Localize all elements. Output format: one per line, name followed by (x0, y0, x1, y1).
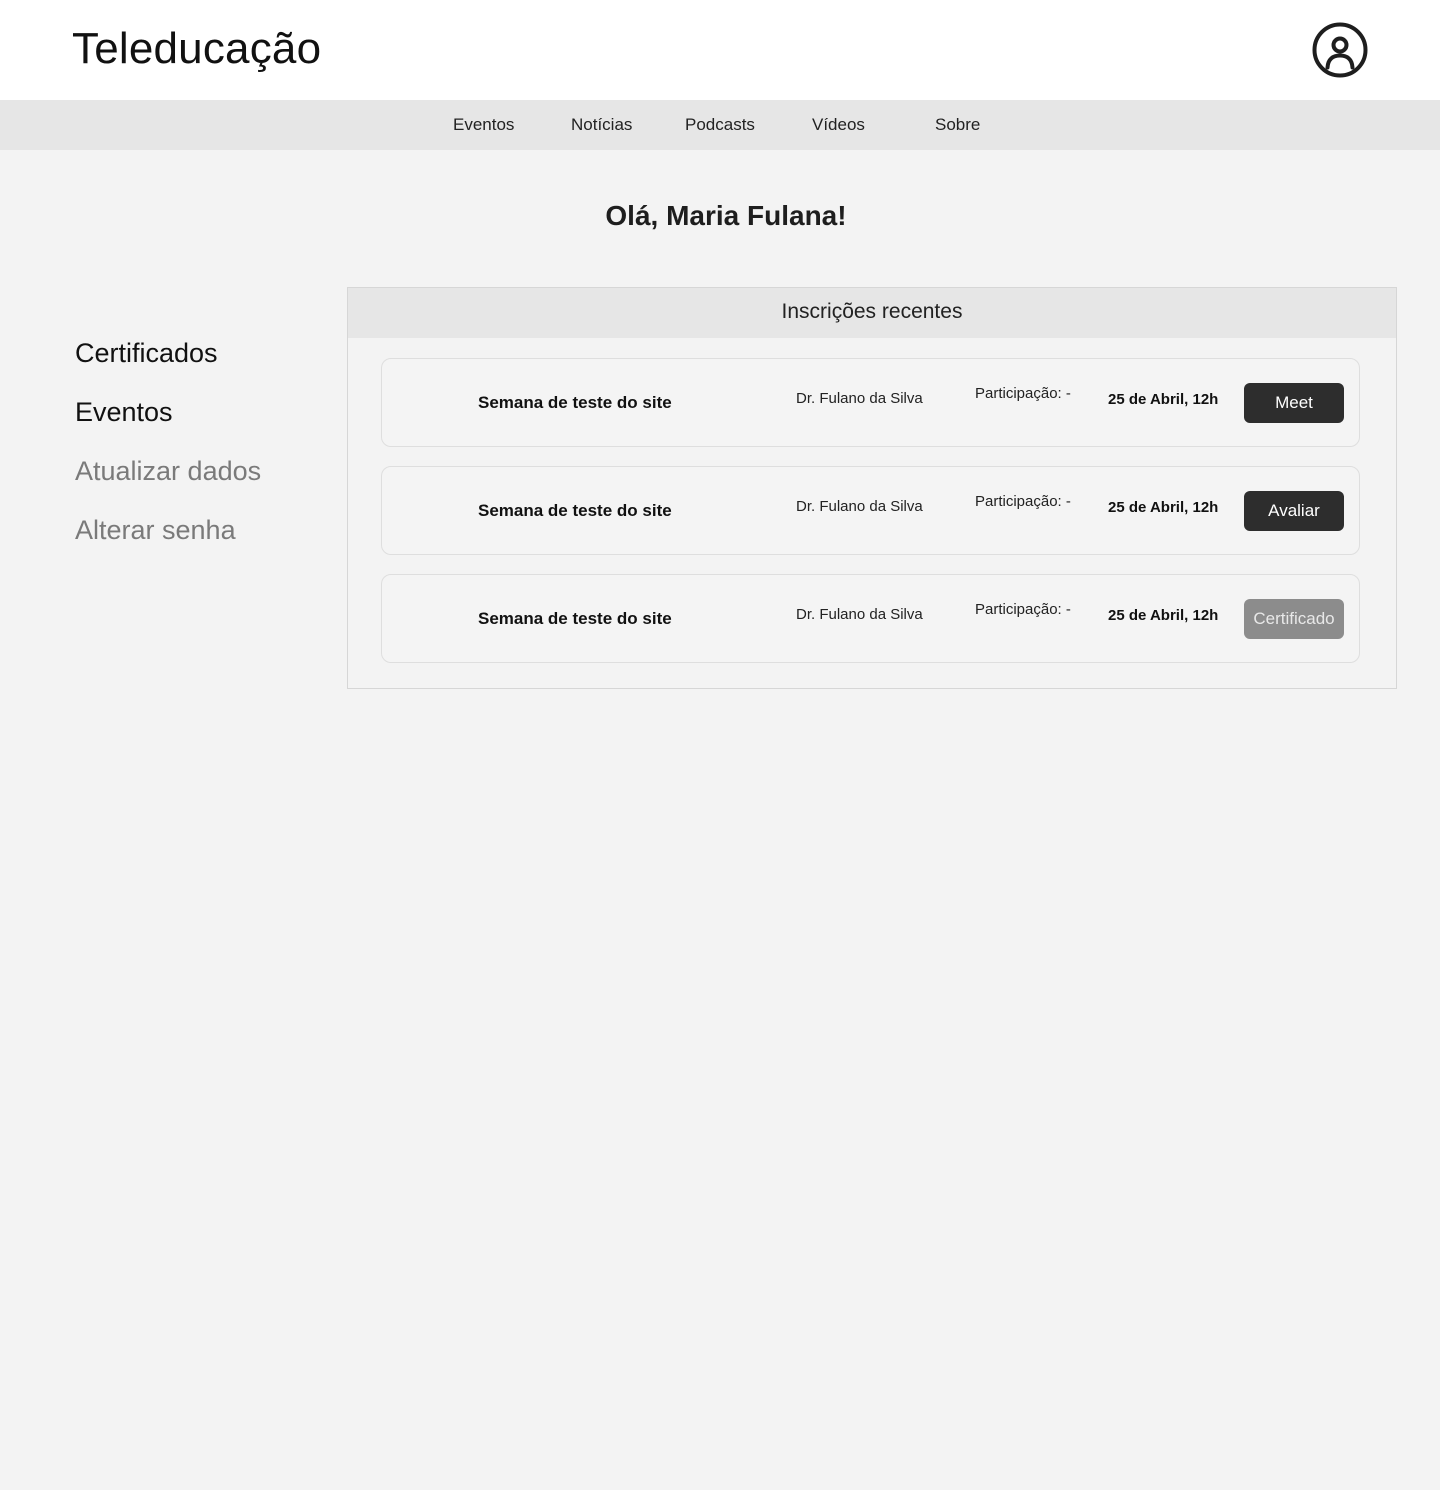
meet-button[interactable]: Meet (1244, 383, 1344, 423)
event-title: Semana de teste do site (478, 609, 672, 628)
page-title: Olá, Maria Fulana! (605, 200, 847, 231)
participation-status: Participação: - (975, 385, 1071, 402)
certificate-button[interactable]: Certificado (1244, 599, 1344, 639)
sidebar-item-certificados[interactable]: Certificados (75, 338, 218, 369)
sidebar-item-atualizar-dados[interactable]: Atualizar dados (75, 456, 261, 487)
event-date: 25 de Abril, 12h (1108, 499, 1219, 516)
nav-item-sobre[interactable]: Sobre (935, 115, 980, 135)
panel-title: Inscrições recentes (348, 288, 1396, 338)
event-speaker: Dr. Fulano da Silva (796, 606, 923, 623)
event-date: 25 de Abril, 12h (1108, 391, 1219, 408)
evaluate-button[interactable]: Avaliar (1244, 491, 1344, 531)
recent-registrations-panel: Inscrições recentes Semana de teste do s… (347, 287, 1397, 689)
participation-status: Participação: - (975, 493, 1071, 510)
event-title: Semana de teste do site (478, 501, 672, 520)
participation-status: Participação: - (975, 601, 1071, 618)
main-nav: Eventos Notícias Podcasts Vídeos Sobre (0, 100, 1440, 150)
top-header: Teleducação (0, 0, 1440, 100)
event-speaker: Dr. Fulano da Silva (796, 390, 923, 407)
registration-card: Semana de teste do site Dr. Fulano da Si… (381, 574, 1360, 663)
registration-card: Semana de teste do site Dr. Fulano da Si… (381, 466, 1360, 555)
nav-item-noticias[interactable]: Notícias (571, 115, 632, 135)
sidebar-item-eventos[interactable]: Eventos (75, 397, 173, 428)
nav-item-eventos[interactable]: Eventos (453, 115, 514, 135)
event-date: 25 de Abril, 12h (1108, 607, 1219, 624)
user-circle-icon[interactable] (1311, 21, 1369, 79)
site-logo-title[interactable]: Teleducação (72, 24, 321, 74)
nav-item-videos[interactable]: Vídeos (812, 115, 865, 135)
nav-item-podcasts[interactable]: Podcasts (685, 115, 755, 135)
event-title: Semana de teste do site (478, 393, 672, 412)
registration-card: Semana de teste do site Dr. Fulano da Si… (381, 358, 1360, 447)
event-speaker: Dr. Fulano da Silva (796, 498, 923, 515)
sidebar-item-alterar-senha[interactable]: Alterar senha (75, 515, 236, 546)
